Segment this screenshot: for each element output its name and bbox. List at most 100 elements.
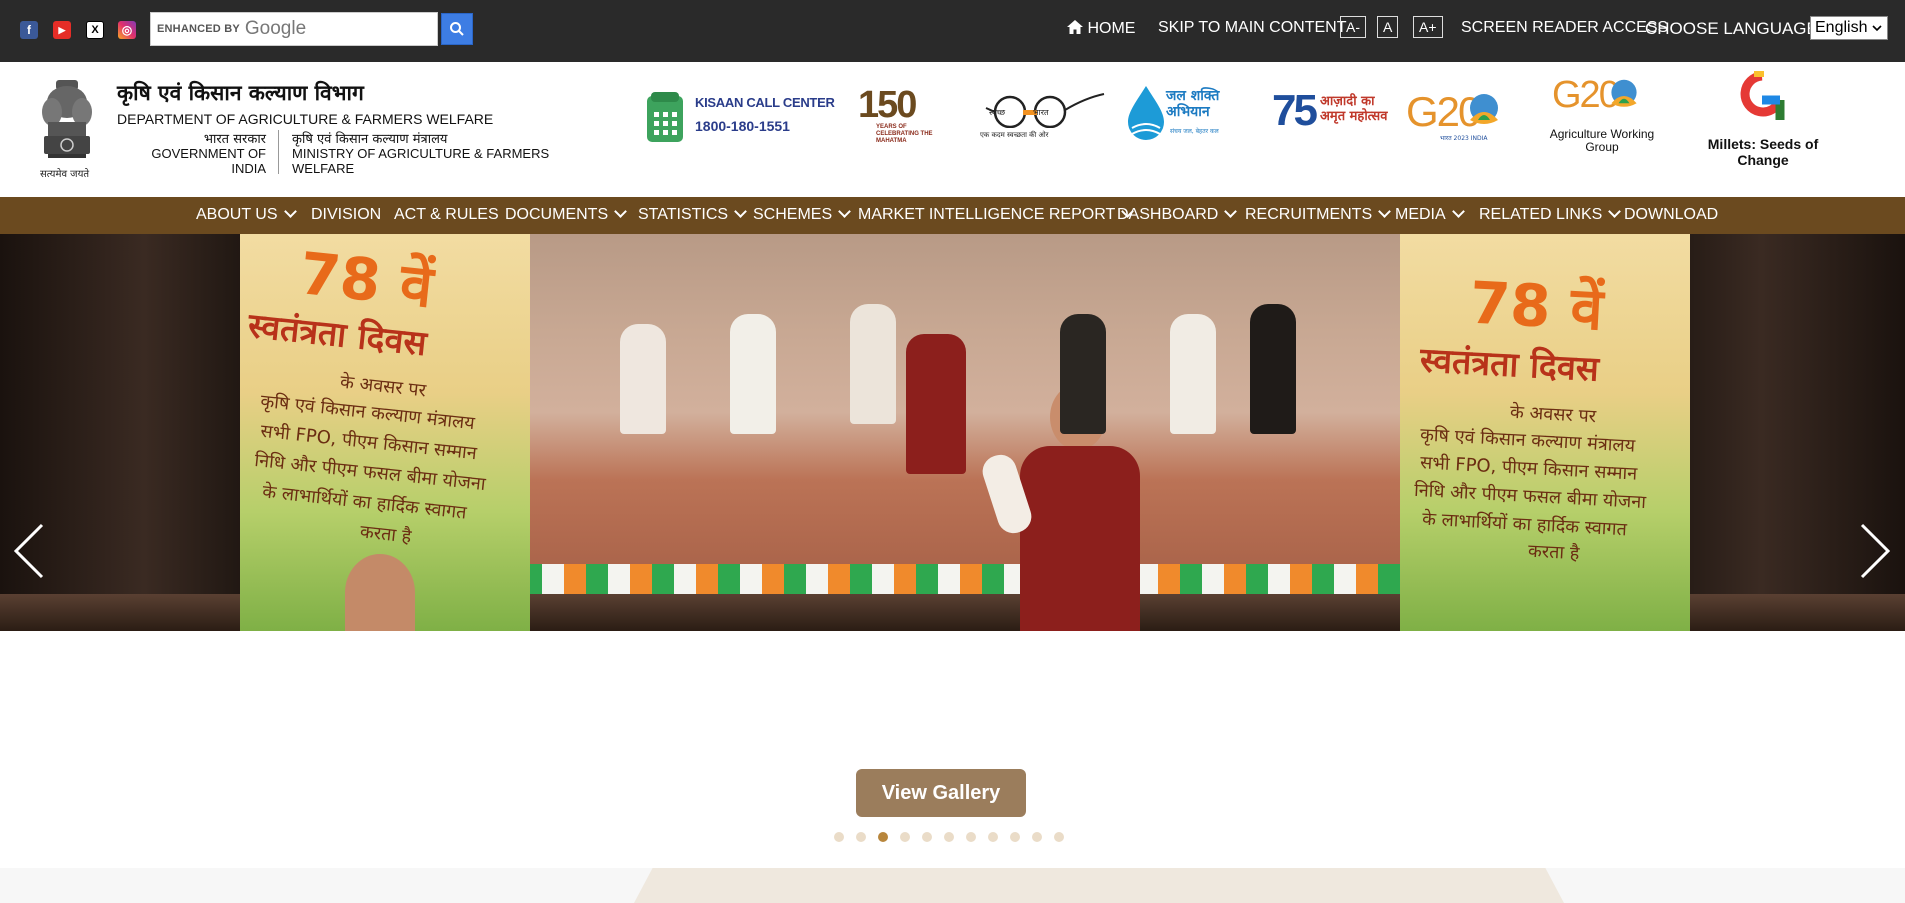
home-link[interactable]: HOME bbox=[1067, 19, 1135, 38]
swachh-bharat-logo[interactable]: स्वच्छ भारत एक कदम स्वच्छता की ओर bbox=[980, 84, 1106, 144]
azadi-ka-amrit-mahotsav-logo[interactable]: 75 आज़ादी का अमृत महोत्सव bbox=[1272, 86, 1396, 142]
nav-label: DOCUMENTS bbox=[505, 206, 609, 223]
swachh-label: स्वच्छ bbox=[989, 108, 1006, 117]
chevron-down-icon bbox=[283, 205, 297, 218]
language-selected: English bbox=[1815, 19, 1868, 36]
home-label: HOME bbox=[1087, 20, 1136, 37]
nav-label: SCHEMES bbox=[753, 206, 833, 223]
nav-item-statistics[interactable]: STATISTICS bbox=[638, 205, 747, 224]
chevron-down-icon bbox=[838, 205, 851, 218]
x-icon[interactable]: X bbox=[86, 21, 104, 39]
department-title-english: DEPARTMENT OF AGRICULTURE & FARMERS WELF… bbox=[117, 111, 494, 127]
agriculture-working-group-logo[interactable]: G20 Agriculture Working Group bbox=[1538, 74, 1666, 156]
board-right-line5: के लाभार्थियों का हार्दिक स्वागत bbox=[1421, 508, 1628, 541]
gandhi-150-text: YEARS OF CELEBRATING THE MAHATMA bbox=[876, 124, 933, 144]
instagram-icon[interactable]: ◎ bbox=[118, 21, 136, 39]
facebook-icon[interactable]: f bbox=[20, 21, 38, 39]
carousel-dot[interactable] bbox=[944, 832, 954, 842]
nav-label: RELATED LINKS bbox=[1479, 206, 1603, 223]
lotus-icon bbox=[1611, 79, 1637, 107]
nav-item-market-intelligence-report[interactable]: MARKET INTELLIGENCE REPORT bbox=[858, 205, 1135, 224]
nav-label: MARKET INTELLIGENCE REPORT bbox=[858, 206, 1116, 223]
language-select[interactable]: English bbox=[1810, 16, 1888, 40]
carousel-next-arrow[interactable] bbox=[1860, 523, 1890, 579]
carousel-dot[interactable] bbox=[922, 832, 932, 842]
nav-item-media[interactable]: MEDIA bbox=[1395, 205, 1465, 224]
nav-item-about-us[interactable]: ABOUT US bbox=[196, 205, 297, 224]
header-divider bbox=[278, 130, 279, 174]
millets-logo[interactable]: Millets: Seeds of Change bbox=[1698, 70, 1828, 172]
lotus-icon bbox=[1470, 94, 1498, 124]
carousel-dot[interactable] bbox=[878, 832, 888, 842]
nav-item-download[interactable]: DOWNLOAD bbox=[1624, 206, 1718, 224]
kisaan-phone: 1800-180-1551 bbox=[695, 118, 790, 134]
gandhi-150-logo[interactable]: 150 YEARS OF CELEBRATING THE MAHATMA bbox=[858, 84, 938, 146]
g20-tagline: भारत 2023 INDIA bbox=[1440, 135, 1488, 142]
google-label: Google bbox=[244, 18, 307, 39]
foreground-person bbox=[345, 554, 415, 631]
nav-item-recruitments[interactable]: RECRUITMENTS bbox=[1245, 205, 1391, 224]
chevron-down-icon bbox=[1224, 205, 1238, 218]
awg-text: Agriculture Working Group bbox=[1549, 127, 1655, 154]
nav-item-division[interactable]: DIVISION bbox=[311, 206, 381, 224]
carousel-dot[interactable] bbox=[1032, 832, 1042, 842]
carousel-dot[interactable] bbox=[1010, 832, 1020, 842]
carousel-dot[interactable] bbox=[988, 832, 998, 842]
screen-reader-link[interactable]: SCREEN READER ACCESS bbox=[1461, 19, 1668, 37]
chevron-down-icon bbox=[734, 205, 747, 218]
jal-shakti-logo[interactable]: जल शक्ति अभियान संचय जल, बेहतर कल bbox=[1126, 82, 1254, 142]
carousel-prev-arrow[interactable] bbox=[14, 523, 44, 579]
nav-item-documents[interactable]: DOCUMENTS bbox=[505, 205, 627, 224]
water-drop-icon bbox=[1128, 86, 1164, 140]
nav-label: DOWNLOAD bbox=[1624, 206, 1719, 223]
search-input[interactable]: ENHANCED BY Google bbox=[150, 12, 438, 46]
top-bar: f ▶ X ◎ ENHANCED BY Google HOME SKIP TO … bbox=[0, 0, 1905, 62]
nav-item-schemes[interactable]: SCHEMES bbox=[753, 205, 851, 224]
carousel-dot[interactable] bbox=[966, 832, 976, 842]
azadi-text: आज़ादी का अमृत महोत्सव bbox=[1320, 94, 1388, 124]
kisaan-call-center-logo[interactable]: KISAAN CALL CENTER 1800-180-1551 bbox=[645, 90, 835, 146]
youtube-icon[interactable]: ▶ bbox=[53, 21, 71, 39]
azadi-75: 75 bbox=[1272, 86, 1318, 135]
view-gallery-button[interactable]: View Gallery bbox=[856, 769, 1026, 817]
carousel-dot[interactable] bbox=[900, 832, 910, 842]
seated-guests bbox=[610, 274, 1330, 474]
ministry-hindi: कृषि एवं किसान कल्याण मंत्रालय bbox=[292, 132, 448, 147]
chevron-down-icon bbox=[1378, 205, 1391, 218]
font-normal-button[interactable]: A bbox=[1377, 16, 1399, 38]
nav-label: DASHBOARD bbox=[1117, 206, 1219, 223]
government-english: GOVERNMENT OF INDIA bbox=[151, 146, 266, 176]
carousel-dot[interactable] bbox=[834, 832, 844, 842]
search-button[interactable] bbox=[441, 13, 473, 45]
swachh-tagline: एक कदम स्वच्छता की ओर bbox=[980, 131, 1049, 139]
nav-item-act-rules[interactable]: ACT & RULES bbox=[394, 206, 499, 224]
carousel-dot[interactable] bbox=[1054, 832, 1064, 842]
millets-mark-icon bbox=[1740, 71, 1785, 120]
skip-to-main-link[interactable]: SKIP TO MAIN CONTENT bbox=[1158, 19, 1346, 37]
chevron-down-icon bbox=[1451, 205, 1465, 218]
board-right-number: 78 वें bbox=[1468, 268, 1605, 344]
department-title-hindi: कृषि एवं किसान कल्याण विभाग bbox=[117, 81, 364, 105]
jal-shakti-tagline: संचय जल, बेहतर कल bbox=[1170, 128, 1219, 135]
g20-logo[interactable]: G20 भारत 2023 INDIA bbox=[1406, 88, 1510, 148]
bharat-label: भारत bbox=[1033, 108, 1049, 117]
search-icon bbox=[450, 22, 464, 36]
chevron-down-icon bbox=[614, 205, 627, 218]
millets-text: Millets: Seeds of Change bbox=[1707, 136, 1819, 168]
font-increase-button[interactable]: A+ bbox=[1413, 16, 1443, 38]
ministry-english: MINISTRY OF AGRICULTURE & FARMERS WELFAR… bbox=[292, 146, 550, 176]
banner-board-right: 78 वें स्वतंत्रता दिवस के अवसर पर कृषि ए… bbox=[1400, 234, 1690, 631]
chevron-down-icon bbox=[1872, 25, 1882, 32]
nav-label: RECRUITMENTS bbox=[1245, 206, 1373, 223]
emblem-caption: सत्यमेव जयते bbox=[40, 169, 90, 180]
board-right-line6: करता है bbox=[1527, 540, 1580, 565]
carousel-dot[interactable] bbox=[856, 832, 866, 842]
national-emblem-icon bbox=[42, 80, 92, 158]
nav-item-dashboard[interactable]: DASHBOARD bbox=[1117, 205, 1238, 224]
nav-item-related-links[interactable]: RELATED LINKS bbox=[1479, 205, 1622, 224]
kisaan-title: KISAAN CALL CENTER bbox=[695, 95, 835, 110]
government-hindi: भारत सरकार bbox=[203, 132, 266, 147]
font-decrease-button[interactable]: A- bbox=[1340, 16, 1366, 38]
nav-label: ACT & RULES bbox=[394, 206, 499, 223]
nav-label: MEDIA bbox=[1395, 206, 1446, 223]
